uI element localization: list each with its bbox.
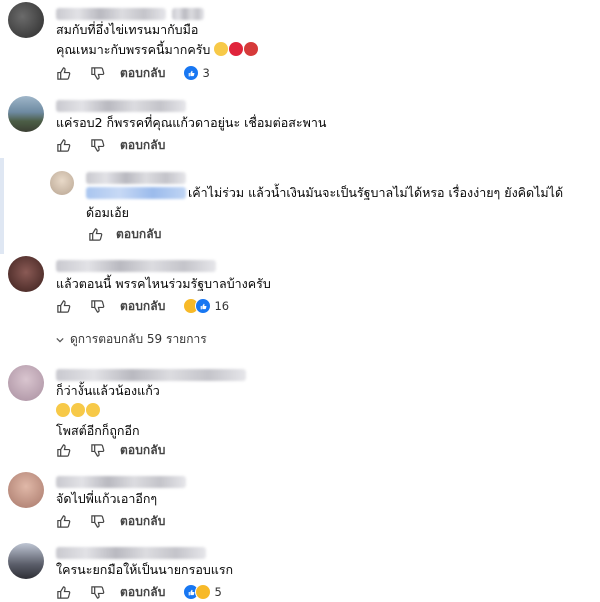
like-icon[interactable] — [54, 136, 72, 154]
avatar[interactable] — [8, 543, 44, 579]
like-reaction-icon — [195, 298, 212, 314]
comment-actions: ตอบกลับ — [54, 511, 165, 531]
comment-line: ด้อมเอ้ย — [86, 205, 129, 220]
commenter-name[interactable] — [56, 100, 186, 112]
heart-emoji-icon — [229, 42, 244, 56]
comment-text: จัดไปพี่แก้วเอาอีกๆ — [56, 489, 157, 509]
like-icon[interactable] — [54, 512, 72, 530]
view-more-replies-link[interactable]: ดูการตอบกลับ 59 รายการ — [56, 330, 207, 349]
comment-actions: ตอบกลับ 3 — [54, 63, 210, 83]
laughing-emoji-icon — [71, 403, 85, 417]
like-icon[interactable] — [54, 64, 72, 82]
chevron-down-icon — [56, 333, 64, 347]
like-icon[interactable] — [54, 583, 72, 601]
comment-line: โพสต์อีกก็ถูกอีก — [56, 423, 140, 438]
reply-button[interactable]: ตอบกลับ — [120, 136, 165, 155]
reply-button[interactable]: ตอบกลับ — [120, 297, 165, 316]
comment-text: ใครนะยกมือให้เป็นนายกรอบแรก — [56, 560, 233, 580]
comment-actions: ตอบกลับ 5 — [54, 582, 222, 602]
ok-hand-emoji-icon — [214, 42, 229, 56]
comment-text: ก็ว่างั้นแล้วน้องแก้ว โพสต์อีกก็ถูกอีก — [56, 381, 160, 441]
comment-line: แค่รอบ2 ก็พรรคที่คุณแก้วดาอยู่นะ เชื่อมต… — [56, 115, 327, 130]
dislike-icon[interactable] — [88, 512, 106, 530]
avatar[interactable] — [8, 365, 44, 401]
more-replies-label: ดูการตอบกลับ 59 รายการ — [70, 332, 207, 346]
dislike-icon[interactable] — [88, 297, 106, 315]
reply-button[interactable]: ตอบกลับ — [120, 441, 165, 460]
commenter-name[interactable] — [56, 547, 206, 559]
commenter-name[interactable] — [56, 260, 216, 272]
emoji-line — [56, 401, 160, 421]
reaction-count: 5 — [214, 585, 222, 599]
reaction-count: 3 — [202, 66, 210, 80]
unamused-emoji-icon — [86, 403, 100, 417]
avatar[interactable] — [8, 96, 44, 132]
comment-line: จัดไปพี่แก้วเอาอีกๆ — [56, 491, 158, 506]
reply-button[interactable]: ตอบกลับ — [116, 225, 161, 244]
reply-thread-indicator — [0, 158, 4, 254]
comment-actions: ตอบกลับ — [86, 224, 161, 244]
strawberry-emoji-icon — [244, 42, 259, 56]
like-icon[interactable] — [86, 225, 104, 243]
comment-text: แค่รอบ2 ก็พรรคที่คุณแก้วดาอยู่นะ เชื่อมต… — [56, 113, 326, 133]
dislike-icon[interactable] — [88, 583, 106, 601]
comment-line: เค้าไม่ร่วม แล้วน้ำเงินมันจะเป็นรัฐบาลไม… — [188, 185, 564, 200]
comment-line: ใครนะยกมือให้เป็นนายกรอบแรก — [56, 562, 234, 577]
dislike-icon[interactable] — [88, 441, 106, 459]
laughing-emoji-icon — [56, 403, 70, 417]
reaction-count: 16 — [214, 299, 230, 313]
comment-text: แล้วตอนนี้ พรรคไหนร่วมรัฐบาลบ้างครับ — [56, 274, 271, 294]
like-reaction-icon — [183, 65, 200, 81]
reply-button[interactable]: ตอบกลับ — [120, 583, 165, 602]
avatar[interactable] — [8, 256, 44, 292]
reaction-summary[interactable]: 3 — [183, 65, 210, 81]
avatar[interactable] — [8, 2, 44, 38]
comment-actions: ตอบกลับ 16 — [54, 296, 229, 316]
like-icon[interactable] — [54, 441, 72, 459]
dislike-icon[interactable] — [88, 64, 106, 82]
comment-line: สมกับที่อึ่งไข่เทรนมากับมือ — [56, 22, 199, 37]
comment-actions: ตอบกลับ — [54, 440, 165, 460]
like-icon[interactable] — [54, 297, 72, 315]
reaction-summary[interactable]: 16 — [183, 298, 229, 314]
dislike-icon[interactable] — [88, 136, 106, 154]
commenter-meta — [172, 8, 204, 20]
comment-line: คุณเหมาะกับพรรคนี้มากครับ — [56, 40, 259, 60]
commenter-name[interactable] — [56, 476, 186, 488]
comment-line: ก็ว่างั้นแล้วน้องแก้ว — [56, 383, 160, 398]
reply-button[interactable]: ตอบกลับ — [120, 64, 165, 83]
comment-line: แล้วตอนนี้ พรรคไหนร่วมรัฐบาลบ้างครับ — [56, 276, 271, 291]
commenter-name[interactable] — [56, 8, 166, 20]
reply-button[interactable]: ตอบกลับ — [120, 512, 165, 531]
comment-text: สมกับที่อึ่งไข่เทรนมากับมือ คุณเหมาะกับพ… — [56, 20, 259, 60]
commenter-name[interactable] — [56, 369, 246, 381]
avatar[interactable] — [50, 171, 74, 195]
comment-actions: ตอบกลับ — [54, 135, 165, 155]
comment-text: เค้าไม่ร่วม แล้วน้ำเงินมันจะเป็นรัฐบาลไม… — [86, 183, 563, 223]
avatar[interactable] — [8, 472, 44, 508]
